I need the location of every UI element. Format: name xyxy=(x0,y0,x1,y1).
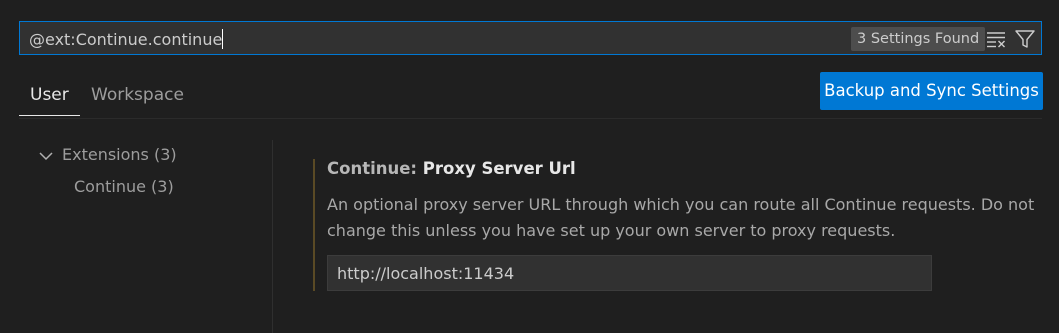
clear-filter-icon[interactable] xyxy=(985,28,1007,50)
chevron-down-icon[interactable] xyxy=(38,148,54,162)
results-count-badge: 3 Settings Found xyxy=(851,27,986,51)
header-divider xyxy=(19,118,1042,119)
filter-icon[interactable] xyxy=(1014,28,1036,50)
proxy-server-url-input[interactable] xyxy=(327,255,932,291)
settings-editor: @ext:Continue.continue 3 Settings Found … xyxy=(0,0,1059,333)
setting-name: Proxy Server Url xyxy=(422,159,576,178)
search-input[interactable]: @ext:Continue.continue xyxy=(29,29,224,49)
toc-splitter[interactable] xyxy=(272,140,273,333)
settings-search-box[interactable]: @ext:Continue.continue 3 Settings Found xyxy=(19,21,1042,55)
setting-description: An optional proxy server URL through whi… xyxy=(327,195,1035,240)
tab-user[interactable]: User xyxy=(30,85,69,105)
setting-title: Continue: Proxy Server Url xyxy=(327,159,576,178)
tab-workspace[interactable]: Workspace xyxy=(91,85,184,105)
setting-category: Continue: xyxy=(327,159,423,178)
backup-and-sync-button[interactable]: Backup and Sync Settings xyxy=(820,72,1043,110)
modified-indicator xyxy=(313,159,315,291)
toc-item-continue[interactable]: Continue (3) xyxy=(74,177,174,196)
search-query[interactable]: @ext:Continue.continue xyxy=(29,30,222,49)
active-tab-indicator xyxy=(19,115,80,116)
text-caret xyxy=(222,29,224,49)
toc-item-extensions[interactable]: Extensions (3) xyxy=(62,145,177,164)
